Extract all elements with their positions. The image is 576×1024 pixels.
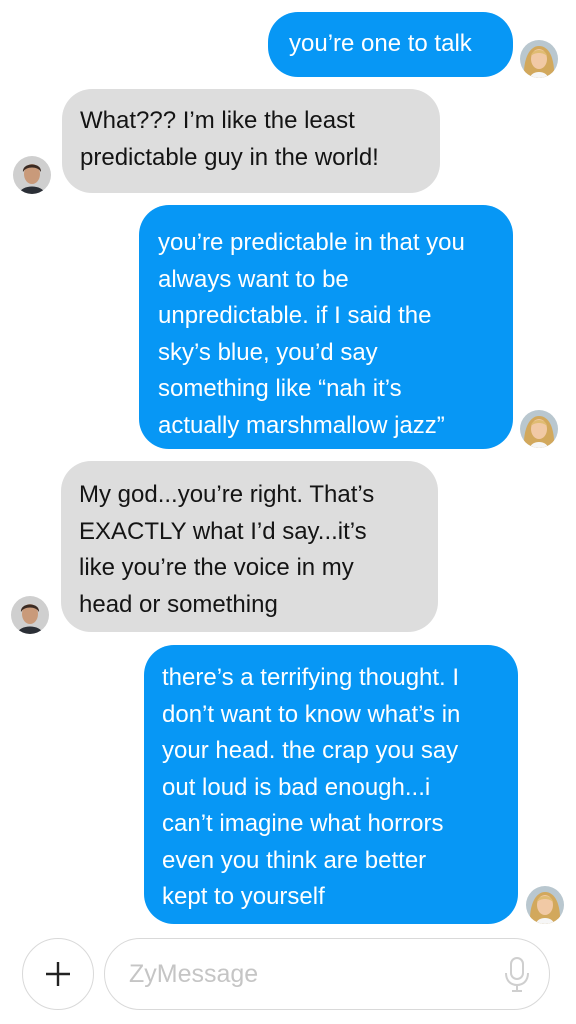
woman-avatar-icon[interactable] — [526, 886, 564, 924]
outgoing-message-bubble[interactable]: you’re one to talk — [268, 12, 513, 77]
message-input-container — [104, 938, 550, 1010]
microphone-icon[interactable] — [503, 957, 531, 993]
plus-icon — [46, 962, 70, 986]
message-input[interactable] — [127, 939, 491, 1010]
outgoing-message-bubble[interactable]: there’s a terrifying thought. I don’t wa… — [144, 645, 518, 924]
message-composer — [0, 930, 576, 1024]
woman-avatar-icon[interactable] — [520, 410, 558, 448]
add-attachment-button[interactable] — [22, 938, 94, 1010]
outgoing-message-bubble[interactable]: you’re predictable in that you always wa… — [139, 205, 513, 449]
man-avatar-icon[interactable] — [13, 156, 51, 194]
woman-avatar-icon[interactable] — [520, 40, 558, 78]
incoming-message-bubble[interactable]: What??? I’m like the least predictable g… — [62, 89, 440, 193]
incoming-message-bubble[interactable]: My god...you’re right. That’s EXACTLY wh… — [61, 461, 438, 632]
man-avatar-icon[interactable] — [11, 596, 49, 634]
